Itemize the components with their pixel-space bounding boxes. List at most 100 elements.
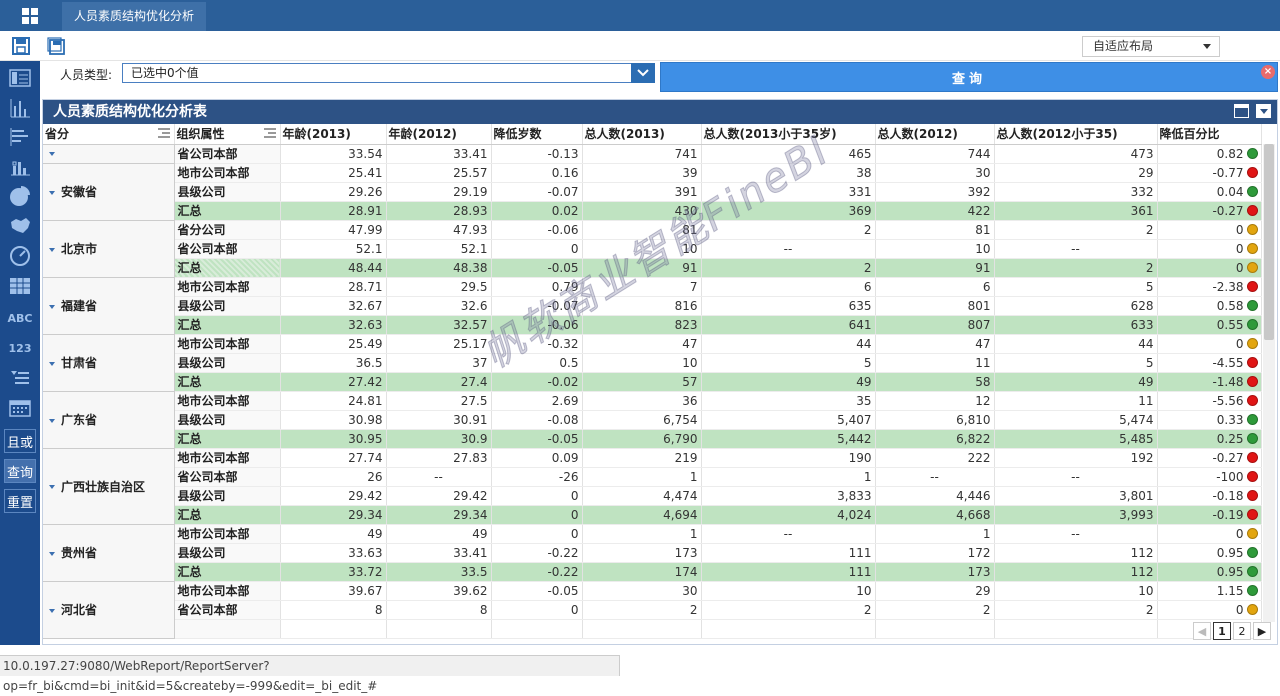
org-cell: 地市公司本部 [174, 524, 281, 544]
column-header[interactable]: 年龄(2012) [386, 124, 492, 145]
expand-triangle-icon[interactable] [49, 247, 55, 252]
column-header[interactable]: 总人数(2012小于35) [994, 124, 1158, 145]
query-button[interactable]: 查询 × [660, 62, 1278, 92]
gauge-icon[interactable] [6, 243, 34, 269]
expand-triangle-icon[interactable] [49, 152, 55, 156]
value-text: 48.44 [348, 260, 383, 275]
value-text: 5 [1145, 279, 1154, 294]
scrollbar-thumb[interactable] [1264, 144, 1274, 340]
map-icon[interactable] [6, 213, 34, 239]
value-cell: 49 [994, 372, 1158, 392]
column-header-label: 年龄(2012) [388, 127, 457, 142]
table-widget-icon[interactable] [6, 65, 34, 91]
bar-chart-icon[interactable] [6, 95, 34, 121]
value-cell: 4,474 [582, 486, 702, 506]
status-dot-icon [1246, 242, 1258, 254]
expand-triangle-icon[interactable] [49, 551, 55, 556]
column-header[interactable]: 总人数(2012) [875, 124, 995, 145]
value-cell: 27.42 [280, 372, 387, 392]
column-header[interactable]: 组织属性 [174, 124, 281, 145]
next-page-button[interactable]: ▶ [1253, 622, 1271, 640]
expand-triangle-icon[interactable] [49, 485, 55, 489]
value-text: 2 [1145, 260, 1154, 275]
province-cell[interactable]: 北京市 [43, 220, 175, 278]
save-icon[interactable] [12, 37, 30, 55]
value-text: 0 [1235, 222, 1244, 237]
value-cell: -0.05 [491, 258, 583, 278]
reset-button[interactable]: 重置 [4, 489, 36, 513]
value-text: 29.5 [460, 279, 488, 294]
org-cell: 汇总 [174, 372, 281, 392]
app-grid-icon[interactable] [0, 0, 60, 31]
maximize-icon[interactable] [1234, 104, 1249, 118]
save-as-icon[interactable] [47, 37, 65, 55]
page-1-button[interactable]: 1 [1213, 622, 1231, 640]
province-cell[interactable]: 福建省 [43, 277, 175, 335]
expand-triangle-icon[interactable] [49, 418, 55, 423]
expand-triangle-icon[interactable] [49, 361, 55, 366]
stacked-chart-icon[interactable] [6, 153, 34, 179]
panel-menu-icon[interactable] [1256, 104, 1271, 118]
column-header-label: 降低百分比 [1159, 127, 1220, 142]
province-cell[interactable]: 广东省 [43, 391, 175, 449]
value-text: 29.26 [348, 184, 383, 199]
person-type-select[interactable]: 已选中0个值 [122, 63, 655, 83]
value-text: 1 [982, 526, 991, 541]
value-cell: 633 [994, 315, 1158, 335]
value-text: -- [783, 526, 793, 541]
province-cell[interactable] [43, 144, 175, 164]
column-header[interactable]: 总人数(2013小于35岁) [701, 124, 876, 145]
page-2-button[interactable]: 2 [1233, 622, 1251, 640]
province-cell[interactable]: 广西壮族自治区 [43, 448, 175, 525]
vertical-scrollbar[interactable] [1263, 144, 1275, 622]
value-cell: 0.5 [491, 353, 583, 373]
column-header[interactable]: 省分 [43, 124, 175, 145]
value-text: 29 [1138, 165, 1154, 180]
province-cell[interactable]: 甘肃省 [43, 334, 175, 392]
value-cell: 0.02 [491, 201, 583, 221]
sort-icon[interactable] [157, 128, 170, 140]
province-cell[interactable]: 贵州省 [43, 524, 175, 582]
close-icon[interactable]: × [1261, 65, 1275, 79]
column-header[interactable]: 降低岁数 [491, 124, 583, 145]
value-text: 369 [848, 203, 872, 218]
column-header[interactable]: 年龄(2013) [280, 124, 387, 145]
column-header[interactable]: 总人数(2013) [582, 124, 702, 145]
value-cell: 10 [582, 239, 702, 259]
value-cell: -0.32 [491, 334, 583, 354]
prev-page-button[interactable]: ◀ [1193, 622, 1211, 640]
value-cell: 81 [582, 220, 702, 240]
column-header[interactable]: 降低百分比 [1157, 124, 1262, 145]
date-filter-icon[interactable] [6, 395, 34, 421]
expand-triangle-icon[interactable] [49, 608, 55, 613]
and-or-button[interactable]: 且或 [4, 429, 36, 453]
expand-triangle-icon[interactable] [49, 304, 55, 309]
province-cell[interactable]: 河北省 [43, 581, 175, 639]
value-text: -2.38 [1212, 279, 1244, 294]
chevron-down-icon[interactable] [631, 63, 655, 83]
value-cell: 24.81 [280, 391, 387, 411]
layout-select[interactable]: 自适应布局 [1082, 36, 1220, 57]
value-cell: 33.41 [386, 144, 492, 164]
value-cell: 744 [875, 144, 995, 164]
org-cell: 汇总 [174, 429, 281, 449]
number-filter-icon[interactable]: 123 [6, 335, 34, 361]
tab-report[interactable]: 人员素质结构优化分析 [62, 2, 207, 31]
value-cell: 0 [491, 486, 583, 506]
province-cell[interactable]: 安徽省 [43, 163, 175, 221]
org-cell: 县级公司 [174, 486, 281, 506]
value-cell: 29.26 [280, 182, 387, 202]
horizontal-bar-chart-icon[interactable] [6, 124, 34, 150]
tree-filter-icon[interactable] [6, 365, 34, 391]
pie-chart-icon[interactable] [6, 183, 34, 209]
sort-icon[interactable] [263, 128, 276, 140]
query-sidebar-button[interactable]: 查询 [4, 459, 36, 483]
value-cell: -- [994, 524, 1158, 544]
value-text: 0.04 [1216, 184, 1244, 199]
column-header-label: 总人数(2012小于35) [996, 127, 1118, 142]
expand-triangle-icon[interactable] [49, 190, 55, 195]
value-cell: 4,024 [701, 505, 876, 525]
detail-table-icon[interactable] [6, 273, 34, 299]
province-label: 甘肃省 [61, 356, 98, 370]
text-filter-icon[interactable]: ABC [6, 305, 34, 331]
